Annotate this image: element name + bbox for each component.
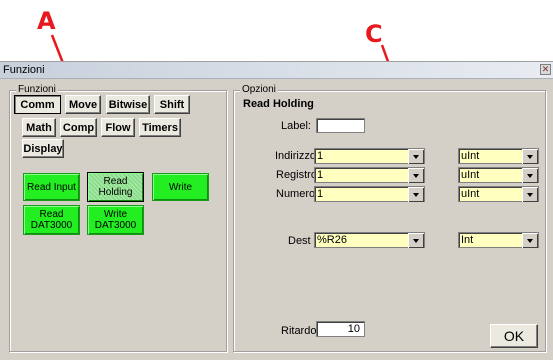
numero-caption: Numero (276, 188, 316, 200)
chevron-down-icon[interactable] (522, 168, 538, 183)
close-icon[interactable]: ✕ (540, 64, 551, 75)
callout-a: A (37, 7, 56, 35)
category-button-bitwise[interactable]: Bitwise (106, 95, 150, 114)
ritardo-input[interactable]: 10 (316, 321, 365, 337)
chevron-down-icon[interactable] (408, 187, 424, 202)
registro-type-value: uInt (461, 169, 480, 181)
numero-type-select[interactable]: uInt (458, 186, 539, 202)
category-button-shift[interactable]: Shift (154, 95, 190, 114)
chevron-down-icon[interactable] (408, 168, 424, 183)
chevron-down-icon[interactable] (522, 233, 538, 248)
chevron-down-icon[interactable] (408, 149, 424, 164)
registro-select[interactable]: 1 (314, 167, 425, 183)
ok-button[interactable]: OK (490, 324, 538, 348)
registro-caption: Registro (276, 169, 317, 181)
numero-value: 1 (317, 188, 324, 200)
chevron-down-icon[interactable] (522, 187, 538, 202)
category-button-comm[interactable]: Comm (14, 95, 61, 114)
dest-value: %R26 (317, 234, 347, 246)
dest-type-value: Int (461, 234, 474, 246)
function-button-write[interactable]: Write (152, 173, 209, 201)
label-caption: Label: (281, 120, 311, 132)
indirizzo-select[interactable]: 1 (314, 148, 425, 164)
title-bar: Funzioni ✕ (0, 62, 553, 79)
chevron-down-icon[interactable] (522, 149, 538, 164)
registro-type-select[interactable]: uInt (458, 167, 539, 183)
function-button-read-dat3000[interactable]: Read DAT3000 (23, 205, 80, 235)
window-title: Funzioni (3, 64, 45, 76)
indirizzo-value: 1 (317, 150, 324, 162)
category-button-timers[interactable]: Timers (139, 118, 181, 137)
dest-select[interactable]: %R26 (314, 232, 425, 248)
category-button-move[interactable]: Move (65, 95, 101, 114)
chevron-down-icon[interactable] (408, 233, 424, 248)
funzioni-window: Funzioni ✕ Funzioni Comm Move Bitwise Sh… (0, 61, 553, 360)
function-button-read-input[interactable]: Read Input (23, 173, 80, 201)
dest-type-select[interactable]: Int (458, 232, 539, 248)
numero-select[interactable]: 1 (314, 186, 425, 202)
opzioni-group-title: Opzioni (240, 84, 278, 95)
category-button-display[interactable]: Display (22, 139, 64, 158)
registro-value: 1 (317, 169, 324, 181)
category-button-comp[interactable]: Comp (60, 118, 97, 137)
indirizzo-caption: Indirizzo (275, 150, 316, 162)
callout-c: C (365, 20, 383, 48)
label-input[interactable] (316, 118, 365, 133)
options-heading: Read Holding (243, 98, 314, 110)
function-button-write-dat3000[interactable]: Write DAT3000 (87, 205, 144, 235)
ritardo-caption: Ritardo (281, 325, 317, 337)
opzioni-group: Opzioni (233, 84, 546, 352)
funzioni-group-title: Funzioni (16, 84, 58, 95)
function-button-read-holding[interactable]: Read Holding (87, 172, 144, 202)
numero-type-value: uInt (461, 188, 480, 200)
category-button-math[interactable]: Math (22, 118, 56, 137)
indirizzo-type-value: uInt (461, 150, 480, 162)
ritardo-value: 10 (347, 323, 360, 335)
category-button-flow[interactable]: Flow (101, 118, 135, 137)
dest-caption: Dest (288, 235, 311, 247)
indirizzo-type-select[interactable]: uInt (458, 148, 539, 164)
